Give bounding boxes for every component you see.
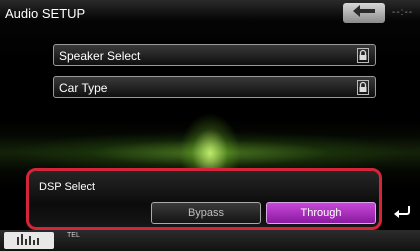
speaker-select-button[interactable]: Speaker Select — [53, 44, 376, 66]
clock: --:-- — [392, 7, 414, 18]
return-arrow-icon — [393, 204, 413, 225]
speaker-select-label: Speaker Select — [59, 49, 141, 63]
equalizer-button[interactable] — [4, 232, 54, 249]
lock-icon — [357, 48, 369, 70]
back-button[interactable] — [343, 3, 385, 23]
audio-setup-screen: Audio SETUP --:-- Speaker Select Car Typ… — [0, 0, 420, 251]
bottom-bar: TEL — [0, 230, 420, 251]
car-type-button[interactable]: Car Type — [53, 76, 376, 98]
page-title: Audio SETUP — [5, 6, 86, 21]
car-type-label: Car Type — [59, 81, 108, 95]
return-button[interactable] — [391, 203, 415, 225]
bypass-option-button[interactable]: Bypass — [151, 202, 261, 224]
dsp-select-label: DSP Select — [39, 181, 96, 193]
dsp-select-panel: DSP Select Bypass Through — [26, 168, 382, 230]
back-arrow-icon — [353, 4, 375, 22]
equalizer-icon — [15, 232, 43, 250]
through-option-button[interactable]: Through — [266, 202, 376, 224]
lock-icon — [357, 80, 369, 102]
tel-label[interactable]: TEL — [67, 232, 80, 239]
